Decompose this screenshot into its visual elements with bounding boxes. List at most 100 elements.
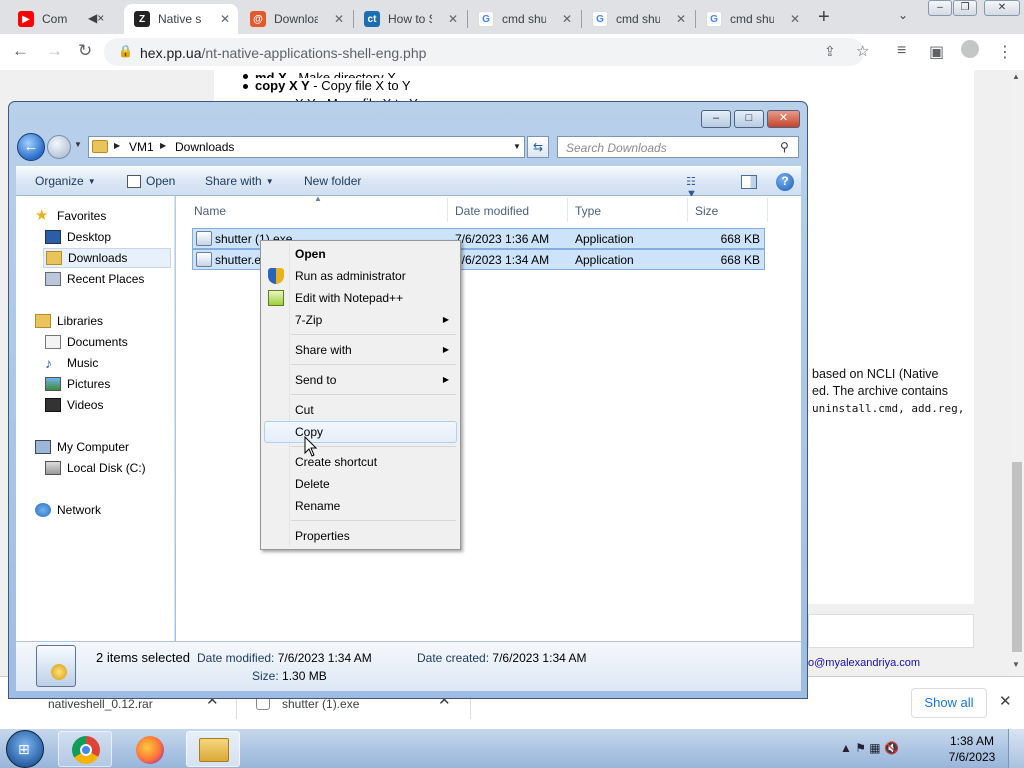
download-item-label[interactable]: shutter (1).exe xyxy=(282,697,359,711)
share-with-button[interactable]: Share with ▼ xyxy=(205,174,274,188)
show-all-button[interactable]: Show all xyxy=(911,688,987,718)
start-button[interactable]: ⊞ xyxy=(6,730,44,768)
nav-favorites[interactable]: ★ Favorites xyxy=(35,206,106,226)
nav-recent-places[interactable]: Recent Places xyxy=(45,269,144,289)
address-dropdown-icon[interactable]: ▼ xyxy=(513,142,521,151)
close-icon[interactable]: ✕ xyxy=(984,0,1020,16)
nav-my-computer[interactable]: My Computer xyxy=(35,437,129,457)
open-button[interactable]: Open xyxy=(146,174,175,188)
tab-youtube[interactable]: ▶ Com ◀× xyxy=(8,4,120,34)
restore-icon[interactable]: ❐ xyxy=(953,0,977,16)
taskbar-clock[interactable]: 1:38 AM 7/6/2023 xyxy=(944,733,1000,765)
menu-item-run-as-administrator[interactable]: Run as administrator xyxy=(264,265,457,287)
tab-cmd-shut-2[interactable]: G cmd shut ✕ xyxy=(582,4,694,34)
minimize-icon[interactable]: – xyxy=(701,110,731,128)
taskbar-firefox[interactable] xyxy=(122,731,176,767)
new-tab-plus-icon[interactable]: + xyxy=(818,6,830,29)
page-scrollbar-thumb[interactable] xyxy=(1012,462,1022,652)
speaker-muted-icon[interactable]: ◀× xyxy=(88,11,104,25)
change-view-icon[interactable]: ☷ ▼ xyxy=(686,175,702,200)
system-tray-icons[interactable]: ▲ ⚑ ▦ 🔇 xyxy=(840,741,899,755)
minimize-icon[interactable]: – xyxy=(928,0,952,16)
application-file-icon xyxy=(196,231,212,246)
menu-item-rename[interactable]: Rename xyxy=(264,495,457,517)
browser-toolbar: ← → ↻ 🔒 hex.pp.ua/nt-native-applications… xyxy=(0,34,1024,70)
explorer-address-bar[interactable]: ▶ VM1 ▶ Downloads ▼ xyxy=(88,136,525,158)
column-header-date-modified[interactable]: Date modified xyxy=(455,204,529,218)
url-text: hex.pp.ua/nt-native-applications-shell-e… xyxy=(140,45,427,61)
menu-kebab-icon[interactable]: ⋮ xyxy=(997,42,1013,62)
tab-how-to[interactable]: ct How to S ✕ xyxy=(354,4,466,34)
organize-button[interactable]: Organize ▼ xyxy=(35,174,96,188)
desktop-icon xyxy=(45,230,61,244)
column-header-name[interactable]: Name xyxy=(194,204,226,218)
nav-desktop[interactable]: Desktop xyxy=(45,227,111,247)
tab-cmd-shut-3[interactable]: G cmd shut ✕ xyxy=(696,4,808,34)
tab-cmd-shut-1[interactable]: G cmd shut ✕ xyxy=(468,4,580,34)
menu-item-properties[interactable]: Properties xyxy=(264,525,457,547)
nav-videos[interactable]: Videos xyxy=(45,395,103,415)
menu-item-copy[interactable]: Copy xyxy=(264,421,457,443)
tab-search-chevron-icon[interactable]: ⌄ xyxy=(898,8,908,22)
breadcrumb-arrow-icon[interactable]: ▶ xyxy=(114,141,120,150)
nav-network[interactable]: Network xyxy=(35,500,101,520)
menu-item-share-with[interactable]: Share with ▶ xyxy=(264,339,457,361)
menu-item-open[interactable]: Open xyxy=(264,243,457,265)
nav-downloads[interactable]: Downloads xyxy=(43,248,171,268)
forward-arrow-icon[interactable] xyxy=(47,135,71,159)
breadcrumb-arrow-icon[interactable]: ▶ xyxy=(160,141,166,150)
menu-item-edit-with-notepad[interactable]: Edit with Notepad++ xyxy=(264,287,457,309)
tab-downloads[interactable]: @ Downloa ✕ xyxy=(240,4,352,34)
reload-icon[interactable]: ↻ xyxy=(78,41,92,61)
tab-close-icon[interactable]: ✕ xyxy=(220,12,230,26)
taskbar-explorer[interactable] xyxy=(186,731,240,767)
tab-close-icon[interactable]: ✕ xyxy=(448,12,458,26)
menu-item-delete[interactable]: Delete xyxy=(264,473,457,495)
column-header-type[interactable]: Type xyxy=(575,204,601,218)
nav-music[interactable]: ♪ Music xyxy=(45,353,98,373)
menu-item-create-shortcut[interactable]: Create shortcut xyxy=(264,451,457,473)
tab-close-icon[interactable]: ✕ xyxy=(334,12,344,26)
menu-item-send-to[interactable]: Send to ▶ xyxy=(264,369,457,391)
share-icon[interactable]: ⇪ xyxy=(824,43,836,60)
back-arrow-icon[interactable]: ← xyxy=(12,41,29,61)
menu-item-7zip[interactable]: 7-Zip ▶ xyxy=(264,309,457,331)
breadcrumb-downloads[interactable]: Downloads xyxy=(175,140,234,154)
tab-close-icon[interactable]: ✕ xyxy=(676,12,686,26)
maximize-icon[interactable]: □ xyxy=(734,110,764,128)
nav-libraries[interactable]: Libraries xyxy=(35,311,103,331)
search-input[interactable]: Search Downloads ⚲ xyxy=(557,136,799,158)
help-icon[interactable]: ? xyxy=(776,173,794,191)
nav-pictures[interactable]: Pictures xyxy=(45,374,110,394)
taskbar-chrome[interactable] xyxy=(58,731,112,767)
preview-pane-icon[interactable] xyxy=(741,175,757,189)
profile-avatar-icon[interactable] xyxy=(961,40,979,58)
media-control-icon[interactable]: ≡ xyxy=(897,42,906,60)
breadcrumb-vm1[interactable]: VM1 xyxy=(129,140,154,154)
refresh-icon[interactable]: ⇆ xyxy=(527,136,549,158)
scroll-up-icon[interactable]: ▲ xyxy=(1012,72,1020,81)
side-panel-icon[interactable]: ▣ xyxy=(929,42,944,62)
forward-arrow-icon[interactable]: → xyxy=(46,41,63,61)
search-icon[interactable]: ⚲ xyxy=(780,140,789,154)
download-item-label[interactable]: nativeshell_0.12.rar xyxy=(48,697,153,711)
tab-native-shell[interactable]: Z Native sh ✕ xyxy=(124,4,238,34)
star-icon: ★ xyxy=(35,207,49,224)
email-link[interactable]: o@myalexandriya.com xyxy=(808,657,920,669)
scroll-down-icon[interactable]: ▼ xyxy=(1012,660,1020,669)
nav-documents[interactable]: Documents xyxy=(45,332,128,352)
back-arrow-icon[interactable]: ← xyxy=(17,133,45,161)
file-size: 668 KB xyxy=(720,232,760,246)
recent-pages-chevron-icon[interactable]: ▼ xyxy=(74,140,82,149)
nav-local-disk[interactable]: Local Disk (C:) xyxy=(45,458,146,478)
address-bar[interactable]: 🔒 hex.pp.ua/nt-native-applications-shell… xyxy=(104,38,869,66)
menu-item-cut[interactable]: Cut xyxy=(264,399,457,421)
tab-close-icon[interactable]: ✕ xyxy=(790,12,800,26)
close-icon[interactable]: ✕ xyxy=(767,110,800,128)
new-folder-button[interactable]: New folder xyxy=(304,174,361,188)
tab-close-icon[interactable]: ✕ xyxy=(562,12,572,26)
shelf-close-icon[interactable]: ✕ xyxy=(999,692,1012,710)
bookmark-star-icon[interactable]: ☆ xyxy=(856,42,869,60)
column-header-size[interactable]: Size xyxy=(695,204,718,218)
show-desktop-button[interactable] xyxy=(1008,729,1024,768)
